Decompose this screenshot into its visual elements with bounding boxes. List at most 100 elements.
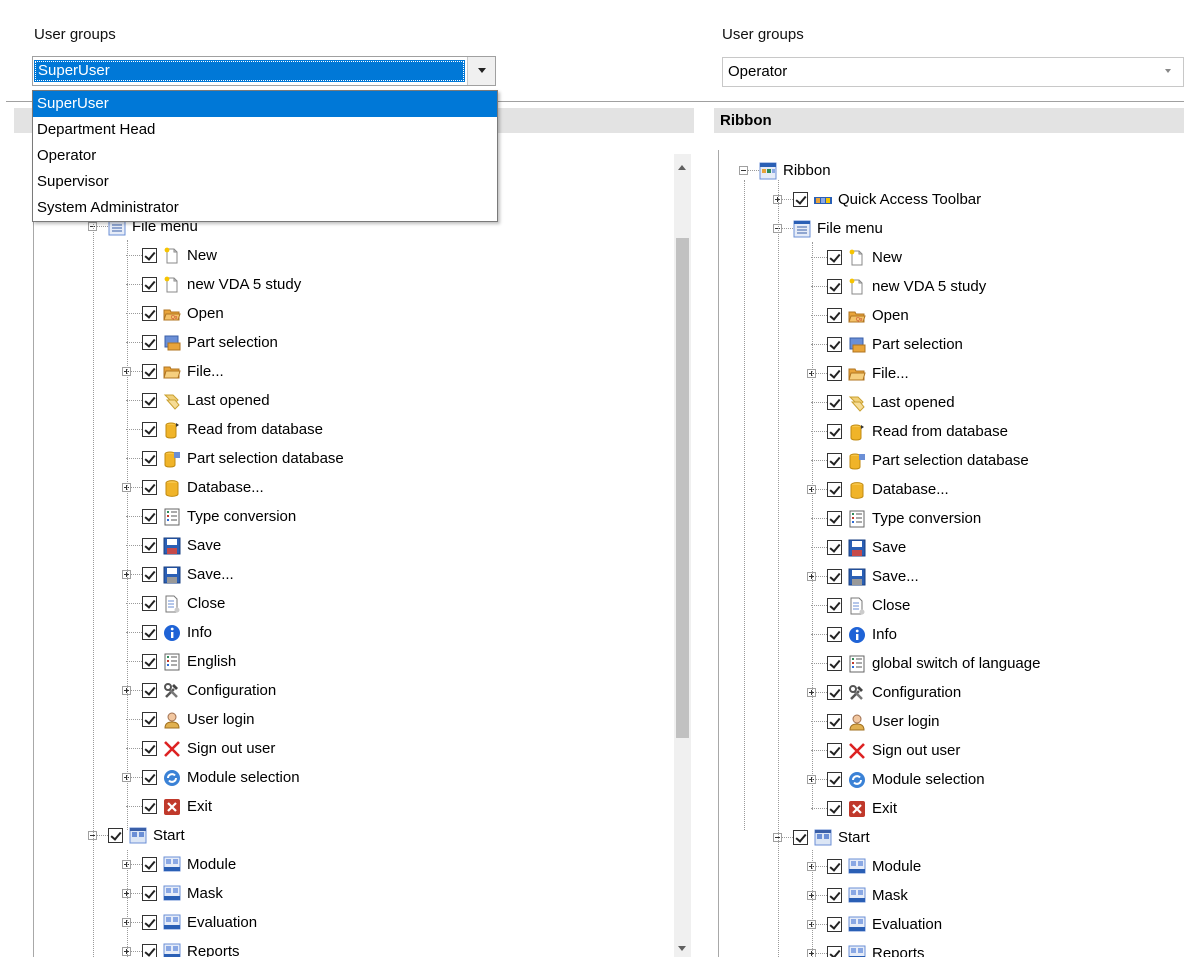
tree-node[interactable]: Module selection [34,763,694,792]
checkbox-checked[interactable] [827,801,842,816]
collapse-icon[interactable] [739,166,748,175]
tree-node[interactable]: new VDA 5 study [34,270,694,299]
checkbox-checked[interactable] [142,393,157,408]
checkbox-checked[interactable] [827,279,842,294]
tree-node[interactable]: Part selection database [719,446,1184,475]
tree-node[interactable]: Module selection [719,765,1184,794]
checkbox-checked[interactable] [827,598,842,613]
checkbox-checked[interactable] [142,857,157,872]
tree-node[interactable]: New [34,241,694,270]
checkbox-checked[interactable] [142,364,157,379]
checkbox-checked[interactable] [827,772,842,787]
tree-node[interactable]: Ribbon [719,156,1184,185]
checkbox-checked[interactable] [827,424,842,439]
tree-node[interactable]: Evaluation [719,910,1184,939]
dropdown-option-operator[interactable]: Operator [33,143,497,169]
tree-node[interactable]: Reports [34,937,694,957]
tree-node[interactable]: Database... [34,473,694,502]
scroll-up-icon[interactable] [674,159,691,176]
checkbox-checked[interactable] [142,625,157,640]
tree-node[interactable]: Read from database [34,415,694,444]
tree-node[interactable]: Qs Open [719,301,1184,330]
checkbox-checked[interactable] [793,830,808,845]
checkbox-checked[interactable] [142,944,157,957]
tree-node[interactable]: Module [34,850,694,879]
tree-node[interactable]: Info [34,618,694,647]
tree-node[interactable]: Part selection [719,330,1184,359]
tree-node[interactable]: Last opened [34,386,694,415]
tree-node[interactable]: Sign out user [719,736,1184,765]
checkbox-checked[interactable] [827,685,842,700]
scroll-down-icon[interactable] [674,940,691,957]
checkbox-checked[interactable] [827,482,842,497]
tree-node[interactable]: Read from database [719,417,1184,446]
tree-node[interactable]: Close [719,591,1184,620]
checkbox-checked[interactable] [827,540,842,555]
checkbox-checked[interactable] [142,654,157,669]
tree-node[interactable]: Qs Open [34,299,694,328]
checkbox-checked[interactable] [827,743,842,758]
left-user-groups-combobox[interactable]: SuperUser [32,56,496,86]
tree-node[interactable]: New [719,243,1184,272]
tree-node[interactable]: File menu [719,214,1184,243]
tree-node[interactable]: Last opened [719,388,1184,417]
tree-node[interactable]: Module [719,852,1184,881]
checkbox-checked[interactable] [142,770,157,785]
checkbox-checked[interactable] [142,480,157,495]
checkbox-checked[interactable] [827,308,842,323]
tree-node[interactable]: Save [34,531,694,560]
tree-node[interactable]: Save... [719,562,1184,591]
scrollbar-thumb[interactable] [676,238,689,738]
tree-node[interactable]: Info [719,620,1184,649]
checkbox-checked[interactable] [827,859,842,874]
tree-node[interactable]: Part selection database [34,444,694,473]
tree-node[interactable]: Start [34,821,694,850]
checkbox-checked[interactable] [827,569,842,584]
tree-node[interactable]: Mask [34,879,694,908]
checkbox-checked[interactable] [108,828,123,843]
checkbox-checked[interactable] [142,422,157,437]
dropdown-option-superuser[interactable]: SuperUser [33,91,497,117]
checkbox-checked[interactable] [827,453,842,468]
checkbox-checked[interactable] [827,656,842,671]
tree-node[interactable]: Type conversion [34,502,694,531]
tree-node[interactable]: English [34,647,694,676]
checkbox-checked[interactable] [827,395,842,410]
checkbox-checked[interactable] [827,337,842,352]
checkbox-checked[interactable] [142,886,157,901]
checkbox-checked[interactable] [142,799,157,814]
user-groups-dropdown-list[interactable]: SuperUser Department Head Operator Super… [32,90,498,222]
checkbox-checked[interactable] [142,277,157,292]
checkbox-checked[interactable] [827,714,842,729]
tree-node[interactable]: File... [34,357,694,386]
checkbox-checked[interactable] [827,888,842,903]
dropdown-option-system-administrator[interactable]: System Administrator [33,195,497,221]
tree-node[interactable]: Save [719,533,1184,562]
tree-node[interactable]: User login [719,707,1184,736]
tree-node[interactable]: User login [34,705,694,734]
checkbox-checked[interactable] [827,366,842,381]
chevron-down-icon[interactable] [1155,58,1183,86]
tree-node[interactable]: Quick Access Toolbar [719,185,1184,214]
checkbox-checked[interactable] [827,511,842,526]
tree-node[interactable]: Database... [719,475,1184,504]
checkbox-checked[interactable] [142,248,157,263]
checkbox-checked[interactable] [142,538,157,553]
tree-node[interactable]: Save... [34,560,694,589]
right-user-groups-combobox[interactable]: Operator [722,57,1184,87]
dropdown-option-supervisor[interactable]: Supervisor [33,169,497,195]
tree-node[interactable]: Configuration [719,678,1184,707]
checkbox-checked[interactable] [827,250,842,265]
checkbox-checked[interactable] [142,683,157,698]
checkbox-checked[interactable] [142,306,157,321]
tree-node[interactable]: Configuration [34,676,694,705]
checkbox-checked[interactable] [142,915,157,930]
checkbox-checked[interactable] [142,596,157,611]
dropdown-option-department-head[interactable]: Department Head [33,117,497,143]
checkbox-checked[interactable] [827,917,842,932]
tree-node[interactable]: new VDA 5 study [719,272,1184,301]
tree-node[interactable]: Exit [34,792,694,821]
checkbox-checked[interactable] [142,567,157,582]
tree-node[interactable]: Exit [719,794,1184,823]
tree-node[interactable]: Reports [719,939,1184,957]
